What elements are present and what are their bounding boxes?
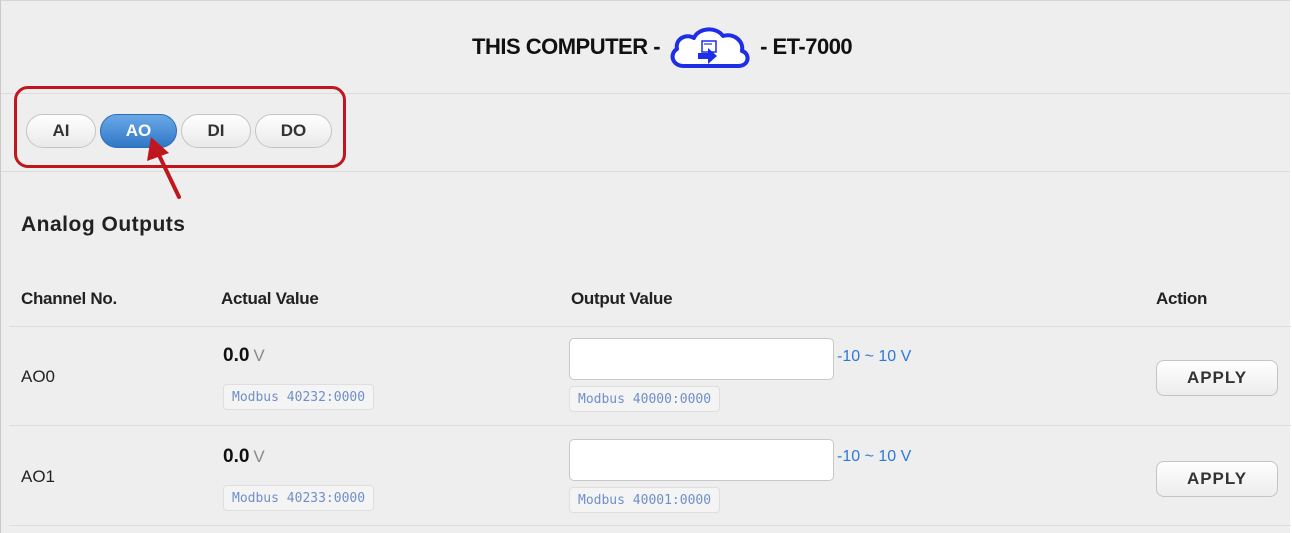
actual-number: 0.0 bbox=[223, 446, 250, 467]
apply-button[interactable]: APPLY bbox=[1156, 461, 1278, 497]
header-bar: THIS COMPUTER - - ET-7000 bbox=[1, 1, 1290, 94]
title-left-text: THIS COMPUTER - bbox=[472, 34, 661, 59]
cloud-transfer-icon bbox=[670, 27, 750, 68]
row-divider bbox=[9, 425, 1291, 426]
row-divider bbox=[9, 525, 1291, 526]
apply-button[interactable]: APPLY bbox=[1156, 360, 1278, 396]
channel-label: AO0 bbox=[21, 367, 56, 386]
actual-unit: V bbox=[253, 447, 265, 466]
output-value-input[interactable] bbox=[569, 338, 834, 380]
row-divider bbox=[9, 326, 1291, 327]
actual-modbus-address: Modbus 40232:0000 bbox=[223, 384, 375, 410]
output-modbus-address: Modbus 40001:0000 bbox=[569, 487, 721, 513]
col-header-output: Output Value bbox=[571, 289, 673, 308]
output-range: -10 ~ 10 V bbox=[837, 448, 912, 465]
output-modbus-address: Modbus 40000:0000 bbox=[569, 386, 721, 412]
col-header-actual: Actual Value bbox=[221, 289, 319, 308]
actual-number: 0.0 bbox=[223, 345, 250, 366]
output-value-input[interactable] bbox=[569, 439, 834, 481]
title-right-text: - ET-7000 bbox=[760, 34, 853, 59]
io-panel: THIS COMPUTER - - ET-7000 AI AO DI DO An… bbox=[0, 0, 1291, 533]
pointer-arrow-icon bbox=[147, 137, 181, 199]
actual-value: 0.0 V bbox=[223, 446, 265, 468]
col-header-action: Action bbox=[1156, 289, 1208, 308]
col-header-channel: Channel No. bbox=[21, 289, 117, 308]
output-range: -10 ~ 10 V bbox=[837, 348, 912, 365]
channel-label: AO1 bbox=[21, 467, 56, 486]
actual-modbus-address: Modbus 40233:0000 bbox=[223, 485, 375, 511]
actual-unit: V bbox=[253, 346, 265, 365]
page-title: THIS COMPUTER - - ET-7000 bbox=[472, 27, 853, 68]
section-title: Analog Outputs bbox=[21, 213, 186, 236]
actual-value: 0.0 V bbox=[223, 345, 265, 367]
